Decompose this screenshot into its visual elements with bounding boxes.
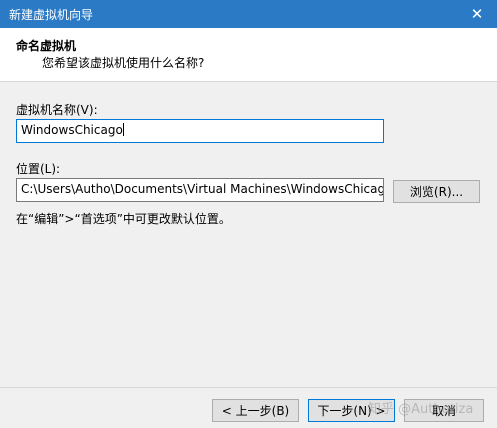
location-hint: 在“编辑”>“首选项”中可更改默认位置。 xyxy=(16,212,231,226)
location-value: C:\Users\Autho\Documents\Virtual Machine… xyxy=(21,182,384,196)
back-button[interactable]: < 上一步(B) xyxy=(212,399,299,422)
vm-name-input[interactable]: WindowsChicago xyxy=(16,119,384,143)
footer-divider xyxy=(0,387,497,388)
wizard-header: 命名虚拟机 您希望该虚拟机使用什么名称? xyxy=(0,28,497,82)
next-button[interactable]: 下一步(N) > xyxy=(308,399,395,422)
page-title: 命名虚拟机 xyxy=(16,39,77,53)
browse-button[interactable]: 浏览(R)... xyxy=(393,180,480,203)
window-title: 新建虚拟机向导 xyxy=(9,7,94,22)
vm-name-value: WindowsChicago xyxy=(21,123,123,137)
title-bar: 新建虚拟机向导 ✕ xyxy=(0,0,497,28)
close-icon[interactable]: ✕ xyxy=(457,0,497,28)
location-label: 位置(L): xyxy=(16,162,61,176)
vm-name-label: 虚拟机名称(V): xyxy=(16,103,98,117)
page-subtitle: 您希望该虚拟机使用什么名称? xyxy=(42,56,205,70)
text-caret xyxy=(122,123,124,136)
location-input[interactable]: C:\Users\Autho\Documents\Virtual Machine… xyxy=(16,178,384,202)
cancel-button[interactable]: 取消 xyxy=(404,399,484,422)
